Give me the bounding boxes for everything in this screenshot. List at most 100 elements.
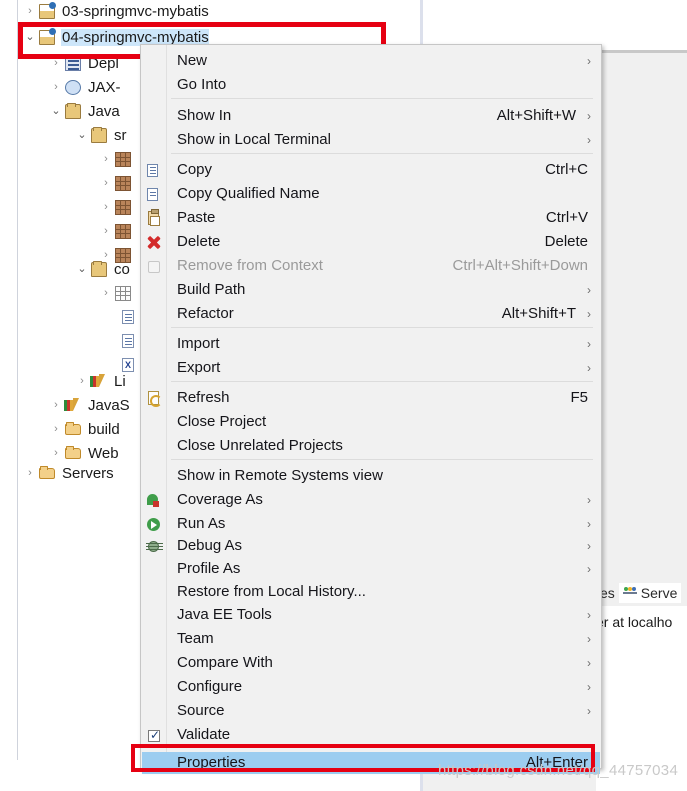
menu-item-compare-with[interactable]: Compare With ›	[142, 652, 600, 674]
library-icon-shape	[64, 398, 80, 411]
tree-item-label: sr	[114, 126, 127, 144]
menu-item-coverage-as[interactable]: Coverage As ›	[142, 489, 600, 511]
package-locked-icon-shape	[115, 152, 131, 167]
chevron-down-icon[interactable]: ⌄	[74, 129, 90, 141]
menu-item-close-project[interactable]: Close Project	[142, 411, 600, 433]
tree-item[interactable]: › JavaS	[48, 394, 130, 416]
menu-item-label: Import	[177, 335, 220, 352]
menu-item-shortcut: Alt+Shift+W	[496, 107, 576, 124]
menu-item-show-in-local-terminal[interactable]: Show in Local Terminal ›	[142, 129, 600, 151]
menu-item-shortcut: Alt+Shift+T	[501, 305, 576, 322]
delete-icon-shape	[147, 236, 160, 249]
tree-item[interactable]: ⌄ sr	[74, 124, 127, 146]
submenu-chevron-icon: ›	[587, 361, 591, 375]
menu-item-debug-as[interactable]: Debug As ›	[142, 535, 600, 557]
folder-icon-shape	[65, 422, 81, 435]
package-icon	[114, 223, 134, 239]
menu-item-close-unrelated-projects[interactable]: Close Unrelated Projects	[142, 435, 600, 457]
chevron-right-icon[interactable]: ›	[22, 467, 38, 479]
source-folder-icon	[90, 127, 110, 143]
menu-item-new[interactable]: New ›	[142, 50, 600, 72]
tree-item[interactable]: ⌄ Java	[48, 100, 119, 122]
menu-item-remove-from-context: Remove from Context Ctrl+Alt+Shift+Down	[142, 255, 600, 277]
menu-item-label: Refresh	[177, 389, 230, 406]
menu-item-team[interactable]: Team ›	[142, 628, 600, 650]
tree-item[interactable]: ›	[98, 148, 138, 170]
menu-item-build-path[interactable]: Build Path ›	[142, 279, 600, 301]
menu-item-export[interactable]: Export ›	[142, 357, 600, 379]
folder-icon-shape	[39, 466, 55, 479]
package-icon	[114, 199, 134, 215]
menu-item-refresh[interactable]: Refresh F5	[142, 387, 600, 409]
remove-context-icon-shape	[148, 261, 160, 273]
refresh-icon-shape	[148, 391, 162, 407]
submenu-chevron-icon: ›	[587, 109, 591, 123]
tree-item[interactable]: › 03-springmvc-mybatis	[22, 0, 209, 22]
chevron-right-icon[interactable]: ›	[48, 447, 64, 459]
tree-item[interactable]: ›	[98, 172, 138, 194]
menu-item-refactor[interactable]: Refactor Alt+Shift+T ›	[142, 303, 600, 325]
chevron-right-icon[interactable]: ›	[98, 201, 114, 213]
menu-item-profile-as[interactable]: Profile As ›	[142, 558, 600, 580]
menu-item-java-ee-tools[interactable]: Java EE Tools ›	[142, 604, 600, 626]
folder-icon	[38, 465, 58, 481]
menu-item-import[interactable]: Import ›	[142, 333, 600, 355]
tree-item[interactable]: › JAX-	[48, 76, 120, 98]
menu-item-show-in[interactable]: Show In Alt+Shift+W ›	[142, 105, 600, 127]
tree-item[interactable]: › Web	[48, 442, 119, 464]
menu-item-copy-qualified-name[interactable]: Copy Qualified Name	[142, 183, 600, 205]
tree-item[interactable]: › Servers	[22, 462, 114, 484]
copy-qualified-icon	[145, 186, 164, 202]
tree-item[interactable]: ›	[98, 196, 138, 218]
chevron-right-icon[interactable]: ›	[48, 57, 64, 69]
chevron-right-icon[interactable]: ›	[48, 399, 64, 411]
chevron-right-icon[interactable]: ›	[98, 153, 114, 165]
menu-item-shortcut: F5	[570, 389, 588, 406]
tree-item[interactable]	[104, 306, 144, 328]
source-folder-icon	[90, 261, 110, 277]
tree-left-rail	[0, 0, 18, 760]
menu-item-show-in-remote-systems-view[interactable]: Show in Remote Systems view	[142, 465, 600, 487]
tree-item-label: Li	[114, 372, 126, 390]
menu-item-source[interactable]: Source ›	[142, 700, 600, 722]
menu-item-paste[interactable]: Paste Ctrl+V	[142, 207, 600, 229]
chevron-down-icon[interactable]: ⌄	[74, 263, 90, 275]
chevron-right-icon[interactable]: ›	[48, 423, 64, 435]
chevron-down-icon[interactable]: ⌄	[48, 105, 64, 117]
menu-item-label: Show In	[177, 107, 232, 124]
xml-file-icon-shape	[122, 310, 134, 324]
chevron-right-icon[interactable]: ›	[98, 177, 114, 189]
chevron-right-icon[interactable]: ›	[48, 81, 64, 93]
menu-item-go-into[interactable]: Go Into	[142, 74, 600, 96]
package-locked-icon	[114, 151, 134, 167]
remove-context-icon	[145, 258, 162, 274]
tree-item[interactable]: ⌄ co	[74, 258, 129, 280]
menu-item-label: Show in Local Terminal	[177, 131, 331, 148]
tree-item[interactable]	[104, 330, 144, 352]
tree-item[interactable]: ›	[98, 282, 138, 304]
tree-item[interactable]: ›	[98, 220, 138, 242]
menu-item-copy[interactable]: Copy Ctrl+C	[142, 159, 600, 181]
menu-item-run-as[interactable]: Run As ›	[142, 513, 600, 535]
servers-view-row[interactable]: er at localho	[596, 612, 687, 632]
menu-item-restore-from-local-history[interactable]: Restore from Local History...	[142, 581, 600, 603]
folder-icon	[64, 421, 84, 437]
tree-item-label: Web	[88, 444, 119, 462]
tree-item[interactable]: › Li	[74, 370, 126, 392]
chevron-right-icon[interactable]: ›	[74, 375, 90, 387]
source-folder-icon-shape	[91, 127, 107, 143]
submenu-chevron-icon: ›	[587, 133, 591, 147]
tab-servers[interactable]: Serve	[618, 583, 682, 603]
menu-item-validate[interactable]: Validate	[142, 724, 600, 746]
run-icon	[145, 516, 162, 532]
xml-file-icon-shape	[122, 334, 134, 348]
menu-item-configure[interactable]: Configure ›	[142, 676, 600, 698]
submenu-chevron-icon: ›	[587, 562, 591, 576]
tree-item[interactable]: › build	[48, 418, 120, 440]
menu-separator	[171, 327, 593, 328]
chevron-right-icon[interactable]: ›	[22, 5, 38, 17]
chevron-right-icon[interactable]: ›	[98, 225, 114, 237]
chevron-right-icon[interactable]: ›	[98, 287, 114, 299]
menu-item-delete[interactable]: Delete Delete	[142, 231, 600, 253]
coverage-icon	[145, 492, 162, 508]
